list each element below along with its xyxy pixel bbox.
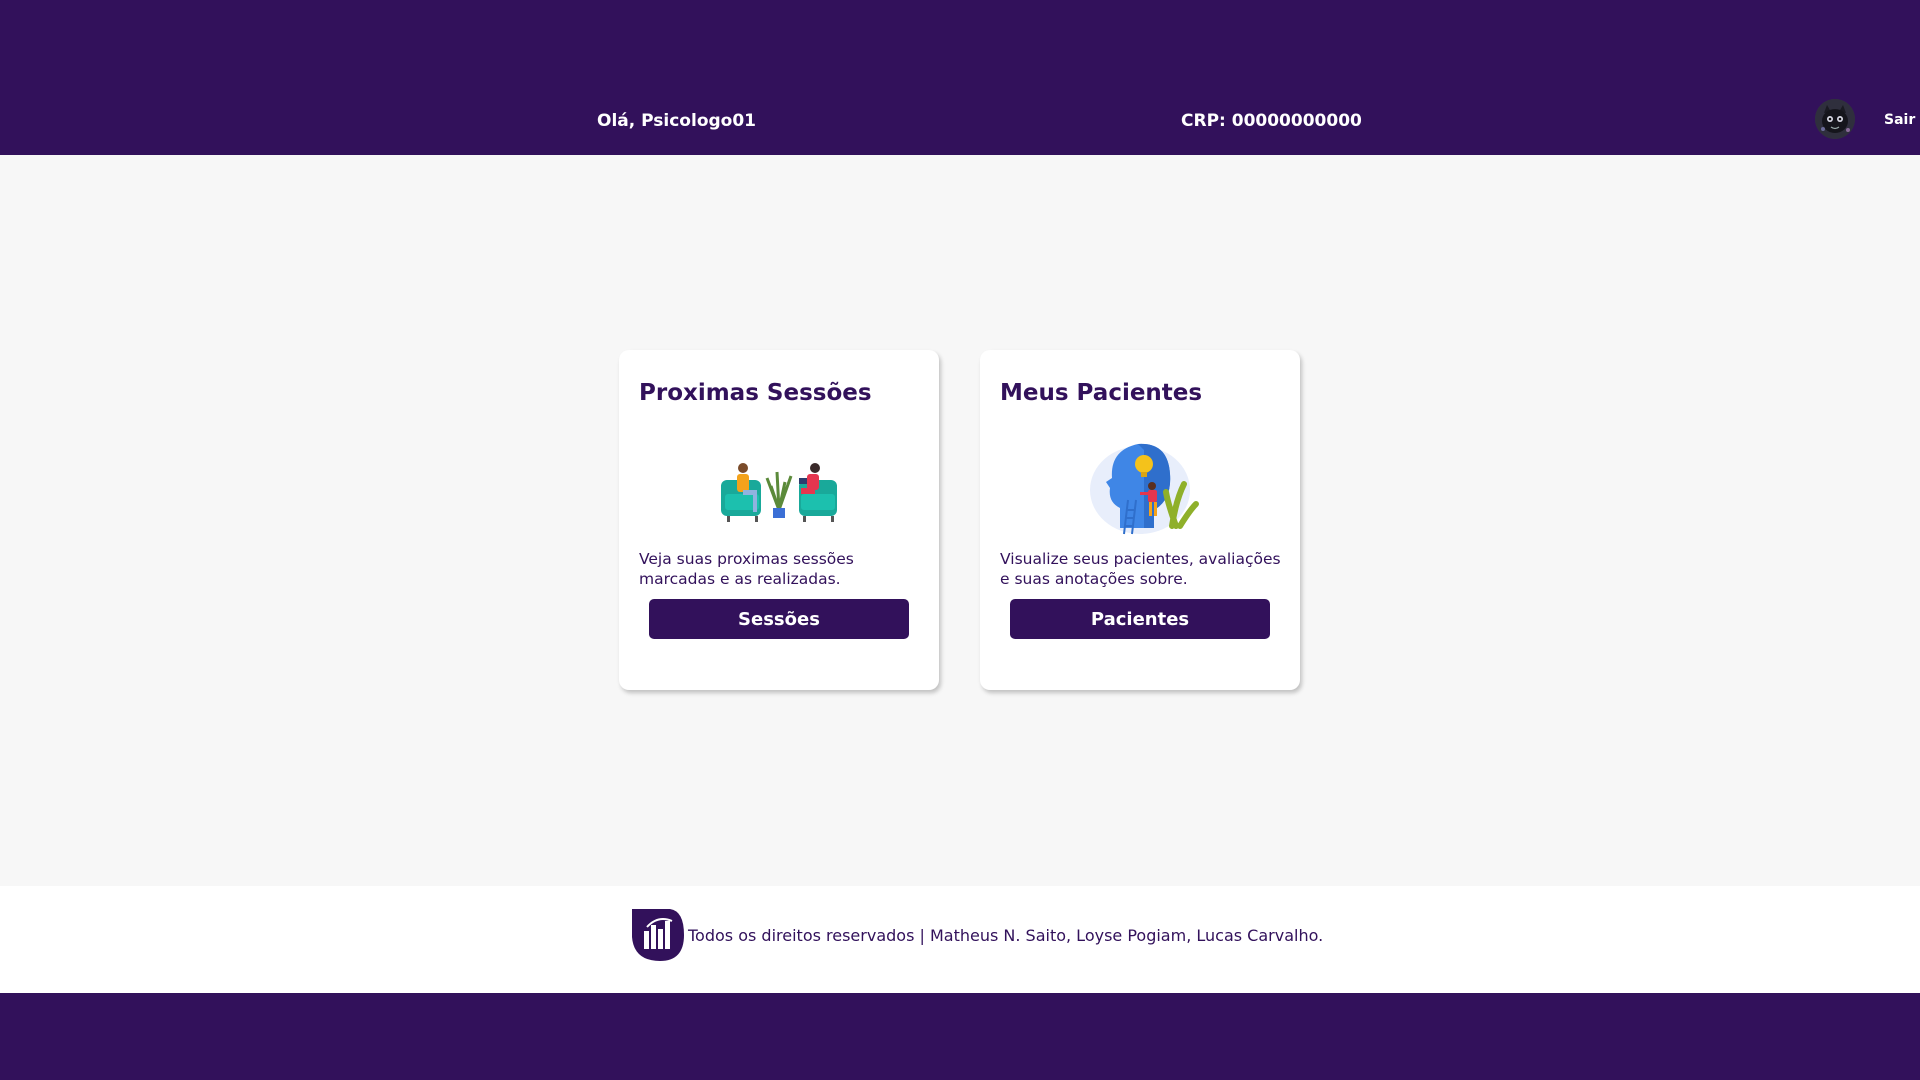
my-patients-card: Meus Pacientes Visualize seus pacientes,… xyxy=(980,350,1300,690)
app-logo-icon xyxy=(632,909,684,961)
card-description: Visualize seus pacientes, avaliações e s… xyxy=(1000,550,1281,588)
logout-button[interactable]: Sair xyxy=(1884,112,1915,128)
patients-button[interactable]: Pacientes xyxy=(1010,599,1270,639)
avatar[interactable] xyxy=(1815,99,1855,139)
sessions-button[interactable]: Sessões xyxy=(649,599,909,639)
card-title: Proximas Sessões xyxy=(639,380,872,406)
card-description: Veja suas proximas sessões marcadas e as… xyxy=(639,550,854,588)
bottom-bar xyxy=(0,993,1920,1080)
card-title: Meus Pacientes xyxy=(1000,380,1203,406)
greeting-text: Olá, Psicologo01 xyxy=(597,111,757,131)
footer: Todos os direitos reservados | Matheus N… xyxy=(0,886,1920,993)
upcoming-sessions-card: Proximas Sessões Veja suas proximas sess… xyxy=(619,350,939,690)
footer-copyright: Todos os direitos reservados | Matheus N… xyxy=(688,926,1324,945)
crp-number: CRP: 00000000000 xyxy=(1181,111,1362,131)
patient-mind-illustration xyxy=(1090,443,1199,535)
avatar-image xyxy=(1815,99,1855,139)
therapy-session-illustration xyxy=(721,463,837,522)
top-navbar: Olá, Psicologo01 CRP: 00000000000 Sair xyxy=(0,0,1920,155)
